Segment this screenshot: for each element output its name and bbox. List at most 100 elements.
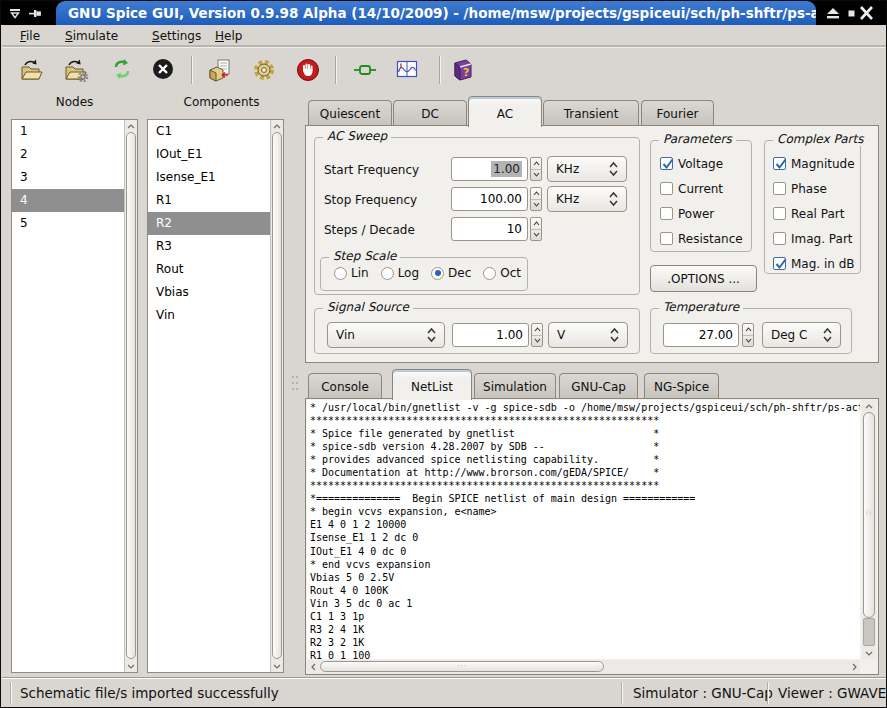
nodes-list-item[interactable]: 3 xyxy=(12,166,124,189)
components-list-item[interactable]: C1 xyxy=(148,120,270,143)
menu-help[interactable]: Help xyxy=(215,25,242,47)
menu-settings[interactable]: Settings xyxy=(152,25,201,47)
step-scale-radio[interactable]: Oct xyxy=(483,266,521,280)
help-book-icon[interactable]: ? xyxy=(451,58,475,82)
parameter-checkbox[interactable]: Voltage xyxy=(660,155,743,172)
output-tab[interactable]: Console xyxy=(308,373,382,398)
output-tab[interactable]: GNU-Cap xyxy=(559,373,638,398)
window-pin-icon[interactable] xyxy=(27,1,43,25)
output-tab[interactable]: NetList xyxy=(392,369,472,400)
signal-source-combo[interactable]: Vin xyxy=(327,322,445,348)
scroll-down-icon[interactable] xyxy=(271,660,283,672)
output-tabs: Console NetListSimulationGNU-CapNG-Spice xyxy=(305,369,879,399)
nodes-list-item[interactable]: 2 xyxy=(12,143,124,166)
components-list-item[interactable]: Rout xyxy=(148,258,270,281)
open-options-icon[interactable] xyxy=(63,58,89,82)
output-tab[interactable]: NG-Spice xyxy=(644,373,719,398)
start-frequency-spinner[interactable] xyxy=(530,157,542,181)
steps-decade-spinner[interactable] xyxy=(530,217,542,241)
menu-simulate[interactable]: Simulate xyxy=(65,25,118,47)
window-shade-icon[interactable] xyxy=(8,1,22,25)
toolbar-separator xyxy=(439,56,441,84)
stop-icon[interactable] xyxy=(296,58,320,82)
start-frequency-unit-combo[interactable]: KHz xyxy=(547,156,627,182)
scroll-up-icon[interactable] xyxy=(125,120,137,132)
components-list-item[interactable]: Vbias xyxy=(148,281,270,304)
options-button[interactable]: .OPTIONS ... xyxy=(650,265,757,292)
scroll-down-icon[interactable] xyxy=(125,660,137,672)
complex-part-checkbox[interactable]: Imag. Part xyxy=(773,230,855,247)
waveform-viewer-icon[interactable] xyxy=(396,58,418,82)
complex-part-checkbox[interactable]: Phase xyxy=(773,180,855,197)
start-frequency-input[interactable]: 1.00 xyxy=(451,157,528,181)
complex-part-checkbox[interactable]: Magnitude xyxy=(773,155,855,172)
components-list-item[interactable]: R3 xyxy=(148,235,270,258)
run-simulation-icon[interactable] xyxy=(353,58,377,82)
step-scale-radio[interactable]: Dec xyxy=(431,266,471,280)
analysis-tab[interactable]: DC xyxy=(393,100,467,125)
temperature-spinner[interactable] xyxy=(742,323,754,347)
svg-text:?: ? xyxy=(463,66,469,79)
open-schematic-icon[interactable] xyxy=(19,58,43,82)
scroll-up-icon[interactable] xyxy=(862,400,876,412)
window-iconify-icon[interactable] xyxy=(846,1,856,25)
signal-source-unit-combo[interactable]: V xyxy=(548,322,628,348)
signal-source-value-input[interactable]: 1.00 xyxy=(452,323,529,347)
analysis-tab[interactable]: AC xyxy=(468,96,542,127)
components-list-item[interactable]: R2 xyxy=(148,212,270,235)
analysis-tabs: QuiescentDCACTransientFourier xyxy=(305,96,879,126)
steps-decade-input[interactable]: 10 xyxy=(451,217,528,241)
splitter-grip[interactable] xyxy=(291,374,299,392)
scroll-right-icon[interactable] xyxy=(848,660,860,674)
window-title: GNU Spice GUI, Version 0.9.98 Alpha (14/… xyxy=(56,1,816,25)
complex-part-checkbox[interactable]: Mag. in dB xyxy=(773,255,855,272)
menu-file[interactable]: File xyxy=(20,25,40,47)
analysis-tab[interactable]: Fourier xyxy=(641,100,714,125)
stop-frequency-input[interactable]: 100.00 xyxy=(451,187,528,211)
run-setup-icon[interactable] xyxy=(252,58,276,82)
scroll-left-icon[interactable] xyxy=(307,660,319,674)
components-list-item[interactable]: R1 xyxy=(148,189,270,212)
temperature-legend: Temperature xyxy=(659,300,743,314)
checkbox-icon xyxy=(660,182,673,195)
signal-source-group: Signal Source Vin 1.00 V xyxy=(314,308,640,354)
complex-part-checkbox[interactable]: Real Part xyxy=(773,205,855,222)
components-scrollbar[interactable] xyxy=(270,120,283,672)
analysis-tab[interactable]: Transient xyxy=(543,100,639,125)
scroll-up-icon[interactable] xyxy=(271,120,283,132)
components-list-item[interactable]: Isense_E1 xyxy=(148,166,270,189)
checkbox-icon xyxy=(773,257,786,270)
nodes-list: 12345 xyxy=(11,119,138,673)
nodes-list-item[interactable]: 1 xyxy=(12,120,124,143)
netlist-vscrollbar[interactable]: ⁝⁝ xyxy=(862,400,876,659)
window-close-icon[interactable] xyxy=(857,1,875,25)
temperature-input[interactable]: 27.00 xyxy=(663,323,739,347)
step-scale-radio[interactable]: Lin xyxy=(334,266,369,280)
nodes-list-item[interactable]: 4 xyxy=(12,189,124,212)
combo-arrows-icon xyxy=(426,327,437,343)
ac-sweep-legend: AC Sweep xyxy=(323,129,391,143)
import-netlist-icon[interactable] xyxy=(208,58,232,82)
reload-icon[interactable] xyxy=(111,58,133,82)
parameter-checkbox[interactable]: Resistance xyxy=(660,230,743,247)
scroll-down-icon[interactable] xyxy=(862,647,876,659)
close-icon[interactable] xyxy=(152,58,174,82)
step-scale-radio[interactable]: Log xyxy=(381,266,419,280)
components-list-item[interactable]: IOut_E1 xyxy=(148,143,270,166)
netlist-hscrollbar[interactable]: ··· xyxy=(307,660,860,674)
parameter-checkbox[interactable]: Current xyxy=(660,180,743,197)
combo-arrows-icon xyxy=(608,161,619,177)
components-list-item[interactable]: Vin xyxy=(148,304,270,327)
nodes-scrollbar[interactable] xyxy=(124,120,137,672)
stop-frequency-spinner[interactable] xyxy=(530,187,542,211)
output-tab[interactable]: Simulation xyxy=(474,373,556,398)
window-maximize-icon[interactable] xyxy=(824,1,842,25)
statusbar-separator xyxy=(621,682,623,704)
analysis-tab[interactable]: Quiescent xyxy=(308,100,392,125)
parameter-checkbox[interactable]: Power xyxy=(660,205,743,222)
netlist-text[interactable]: * /usr/local/bin/gnetlist -v -g spice-sd… xyxy=(307,400,860,659)
nodes-list-item[interactable]: 5 xyxy=(12,212,124,235)
temperature-unit-combo[interactable]: Deg C xyxy=(762,322,841,348)
signal-source-spinner[interactable] xyxy=(531,323,543,347)
stop-frequency-unit-combo[interactable]: KHz xyxy=(547,186,627,212)
